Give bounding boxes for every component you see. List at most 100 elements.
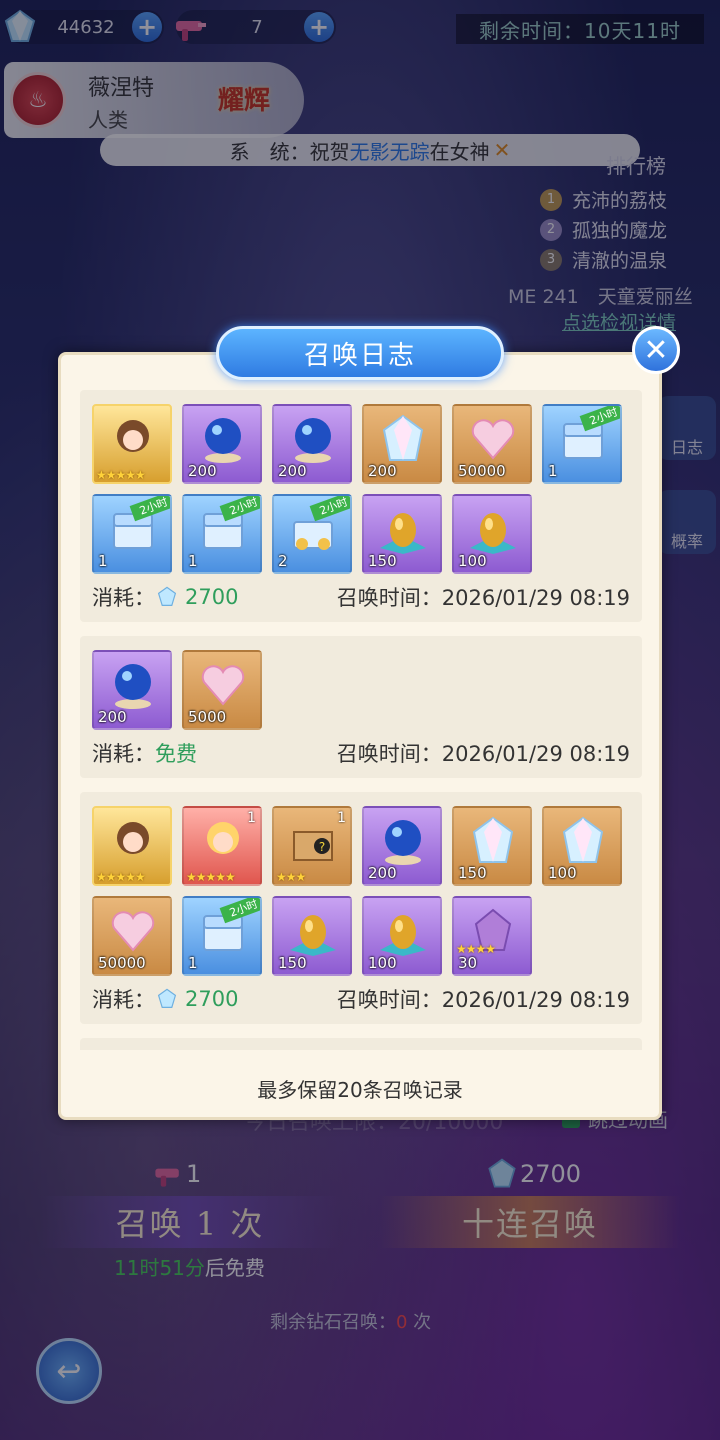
reward-item-egg[interactable]: 150: [362, 494, 442, 574]
reward-item-orb[interactable]: 200: [92, 650, 172, 730]
orb-icon: [205, 418, 241, 463]
item-quantity: 100: [458, 552, 487, 570]
reward-item-egg[interactable]: 100: [452, 494, 532, 574]
reward-item-grid: ★★★★★ 200 200 200 50000 2小时 1 2小时 1 2小时 1 2小时 2 150 10…: [92, 404, 630, 574]
item-quantity: 100: [548, 864, 577, 882]
cost-label: 消耗：: [92, 742, 155, 766]
item-quantity: 150: [278, 954, 307, 972]
egg-icon: [380, 513, 426, 554]
time-value: 2026/01/29 08:19: [441, 988, 630, 1012]
item-quantity: 5000: [188, 708, 227, 726]
summon-log-entry: 200 5000 消耗： 免费 召唤时间：2026/01/29 08:19: [80, 636, 642, 778]
crystal-icon: [472, 816, 514, 863]
reward-item-grid: 200 5000: [92, 650, 630, 730]
reward-item-chest[interactable]: 2小时 1: [542, 404, 622, 484]
entry-meta: 消耗： 免费 召唤时间：2026/01/29 08:19: [92, 738, 630, 768]
diamond-icon: [157, 586, 177, 606]
reward-item-chest[interactable]: 2小时 1: [92, 494, 172, 574]
time-value: 2026/01/29 08:19: [441, 742, 630, 766]
crystal-icon: [562, 816, 604, 863]
item-quantity: 200: [278, 462, 307, 480]
item-quantity: 150: [458, 864, 487, 882]
reward-item-orb[interactable]: 200: [272, 404, 352, 484]
exp-heart-icon: [111, 911, 155, 952]
diamond-icon: [157, 988, 177, 1008]
reward-item-grid: ★★★★★ 1 ★★★★★? 1 ★★★ 200 150 100 50000 2小时 1 150 100…: [92, 806, 630, 976]
item-quantity: 50000: [98, 954, 146, 972]
reward-item-egg[interactable]: 100: [362, 896, 442, 976]
reward-item-exp-heart[interactable]: 5000: [182, 650, 262, 730]
reward-item-shard[interactable]: 30 ★★★★: [452, 896, 532, 976]
time-label: 召唤时间：: [336, 742, 442, 766]
time-label: 召唤时间：: [336, 988, 442, 1012]
summon-log-list[interactable]: ★★★★★ 200 200 200 50000 2小时 1 2小时 1 2小时 1 2小时 2 150 10…: [80, 390, 642, 1050]
cost-free: 免费: [155, 742, 197, 766]
summon-log-entry: ★★★★★ 1 ★★★★★? 1 ★★★ 200 150 100 50000 2小时 1 150 100…: [80, 792, 642, 1024]
reward-item-hero[interactable]: ★★★★★: [92, 404, 172, 484]
item-quantity: 150: [368, 552, 397, 570]
hero-icon: [117, 420, 149, 452]
item-quantity: 200: [368, 462, 397, 480]
egg-icon: [470, 513, 516, 554]
reward-item-egg[interactable]: 150: [272, 896, 352, 976]
entry-meta: 消耗： 2700 召唤时间：2026/01/29 08:19: [92, 582, 630, 612]
reward-item-mystery-box[interactable]: ? 1 ★★★: [272, 806, 352, 886]
log-retention-note: 最多保留20条召唤记录: [257, 1078, 463, 1102]
item-quantity: 200: [188, 462, 217, 480]
summon-log-entry: [80, 1038, 642, 1050]
reward-item-chest[interactable]: 2小时 1: [182, 896, 262, 976]
item-quantity: 200: [368, 864, 397, 882]
item-quantity: 1: [188, 954, 198, 972]
entry-cost: 消耗： 2700: [92, 984, 238, 1014]
reward-item-crystal[interactable]: 150: [452, 806, 532, 886]
orb-icon: [295, 418, 331, 463]
reward-item-chest[interactable]: 2小时 1: [182, 494, 262, 574]
item-level: 1: [247, 810, 256, 826]
reward-item-crystal[interactable]: 100: [542, 806, 622, 886]
item-quantity: 50000: [458, 462, 506, 480]
item-level: 1: [337, 810, 346, 826]
cost-label: 消耗：: [92, 988, 155, 1012]
entry-time: 召唤时间：2026/01/29 08:19: [337, 582, 630, 612]
item-quantity: 1: [188, 552, 198, 570]
reward-item-hero2[interactable]: 1 ★★★★★: [182, 806, 262, 886]
orb-icon: [115, 664, 151, 709]
star-rating-icon: ★★★★★: [96, 870, 146, 884]
star-rating-icon: ★★★★★: [96, 468, 146, 482]
egg-icon: [290, 915, 336, 956]
reward-item-orb[interactable]: 200: [362, 806, 442, 886]
item-quantity: 2: [278, 552, 288, 570]
crystal-icon: [382, 414, 424, 461]
time-value: 2026/01/29 08:19: [441, 586, 630, 610]
time-label: 召唤时间：: [336, 586, 442, 610]
egg-icon: [380, 915, 426, 956]
svg-text:?: ?: [319, 840, 325, 854]
cost-value: 2700: [185, 987, 239, 1011]
exp-heart-icon: [201, 665, 245, 706]
reward-item-hero[interactable]: ★★★★★: [92, 806, 172, 886]
summon-log-entry: ★★★★★ 200 200 200 50000 2小时 1 2小时 1 2小时 1 2小时 2 150 10…: [80, 390, 642, 622]
entry-meta: 消耗： 2700 召唤时间：2026/01/29 08:19: [92, 984, 630, 1014]
cost-label: 消耗：: [92, 586, 155, 610]
item-quantity: 1: [548, 462, 558, 480]
reward-item-crystal[interactable]: 200: [362, 404, 442, 484]
star-rating-icon: ★★★: [276, 870, 306, 884]
reward-item-exp-heart[interactable]: 50000: [92, 896, 172, 976]
entry-time: 召唤时间：2026/01/29 08:19: [337, 738, 630, 768]
exp-heart-icon: [471, 419, 515, 460]
cost-value: 2700: [185, 585, 239, 609]
star-rating-icon: ★★★★★: [186, 870, 236, 884]
entry-cost: 消耗： 免费: [92, 738, 197, 768]
star-rating-icon: ★★★★: [456, 942, 496, 956]
item-quantity: 200: [98, 708, 127, 726]
close-dialog-button[interactable]: ✕: [632, 326, 680, 374]
item-quantity: 100: [368, 954, 397, 972]
reward-item-exp-heart[interactable]: 50000: [452, 404, 532, 484]
hero-icon: [117, 822, 149, 854]
reward-item-orb[interactable]: 200: [182, 404, 262, 484]
item-quantity: 1: [98, 552, 108, 570]
mystery-box-icon: ?: [293, 831, 333, 861]
reward-item-gold-chest[interactable]: 2小时 2: [272, 494, 352, 574]
orb-icon: [385, 820, 421, 865]
entry-time: 召唤时间：2026/01/29 08:19: [337, 984, 630, 1014]
